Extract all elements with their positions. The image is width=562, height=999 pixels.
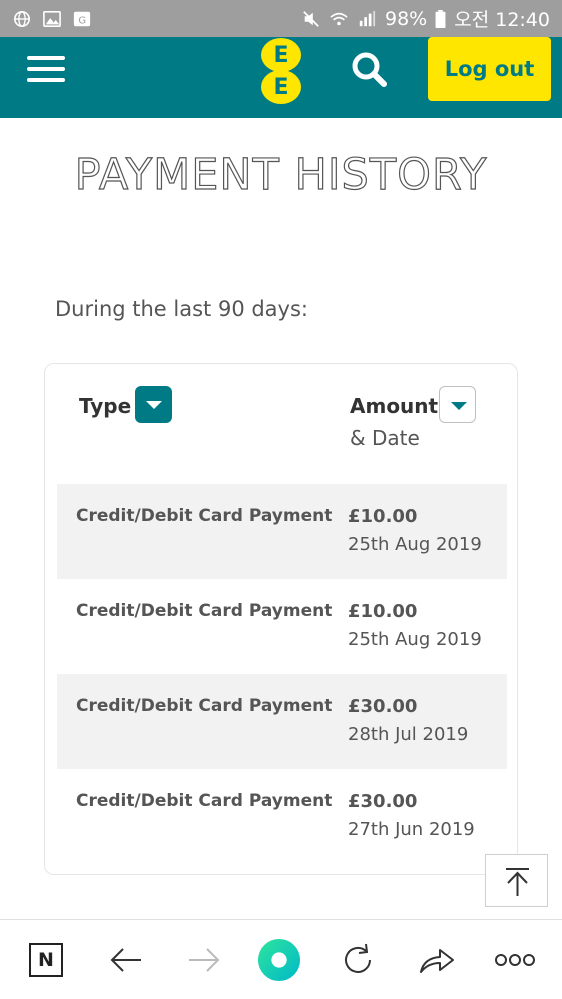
green-dot-button[interactable] xyxy=(257,938,301,982)
chevron-down-icon xyxy=(451,402,467,410)
period-subtitle: During the last 90 days: xyxy=(55,297,308,321)
more-button[interactable] xyxy=(493,938,537,982)
sort-type-button[interactable] xyxy=(135,386,172,423)
menu-icon-bar-bottom xyxy=(27,78,65,82)
mute-icon xyxy=(303,10,319,27)
status-left-icons: G xyxy=(12,10,92,28)
payment-date: 28th Jul 2019 xyxy=(348,724,469,745)
status-bar: G 98% 오전 12:40 xyxy=(0,0,562,37)
logout-button[interactable]: Log out xyxy=(428,37,551,101)
logo-dot-bottom: E xyxy=(261,70,301,104)
payment-amount: £30.00 xyxy=(348,791,418,812)
payment-type: Credit/Debit Card Payment xyxy=(76,601,333,621)
arrow-left-icon xyxy=(110,948,141,972)
table-row: Credit/Debit Card Payment £30.00 27th Ju… xyxy=(57,769,507,864)
clock: 오전 12:40 xyxy=(454,9,550,31)
table-row: Credit/Debit Card Payment £10.00 25th Au… xyxy=(57,579,507,674)
browser-toolbar: N xyxy=(0,919,562,999)
scroll-to-top-button[interactable] xyxy=(485,854,548,907)
payment-type: Credit/Debit Card Payment xyxy=(76,696,333,716)
chevron-down-icon xyxy=(146,401,162,409)
battery-percent: 98% xyxy=(385,7,428,30)
svg-text:G: G xyxy=(78,15,86,26)
table-row: Credit/Debit Card Payment £10.00 25th Au… xyxy=(57,484,507,579)
gallery-icon xyxy=(43,10,61,27)
maps-icon: G xyxy=(73,11,91,26)
share-button[interactable] xyxy=(415,938,459,982)
payment-type: Credit/Debit Card Payment xyxy=(76,791,333,811)
payment-date: 25th Aug 2019 xyxy=(348,629,482,650)
share-icon xyxy=(420,949,454,973)
signal-icon xyxy=(359,10,376,26)
refresh-button[interactable] xyxy=(336,938,380,982)
logo-dot-top: E xyxy=(261,38,301,72)
search-button[interactable] xyxy=(350,50,390,90)
ee-logo[interactable]: E E xyxy=(261,38,301,104)
payment-date: 27th Jun 2019 xyxy=(348,819,475,840)
column-header-amount: Amount xyxy=(350,394,439,418)
battery-icon xyxy=(435,9,446,28)
column-header-date: & Date xyxy=(350,426,420,450)
green-dot-icon xyxy=(257,938,301,982)
menu-button[interactable] xyxy=(27,56,67,84)
arrow-right-icon xyxy=(189,948,220,972)
globe-icon xyxy=(13,10,31,27)
n-logo-icon: N xyxy=(29,943,63,977)
status-right-icons: 98% 오전 12:40 xyxy=(301,5,550,32)
forward-button[interactable] xyxy=(182,938,226,982)
payment-amount: £30.00 xyxy=(348,696,418,717)
back-button[interactable] xyxy=(104,938,148,982)
wifi-icon xyxy=(330,12,348,25)
naver-home-button[interactable]: N xyxy=(24,938,68,982)
payment-history-card: Type Amount & Date Credit/Debit Card Pay… xyxy=(44,363,518,875)
arrow-up-to-top-icon xyxy=(506,868,529,896)
more-dots-icon xyxy=(495,954,535,966)
payment-date: 25th Aug 2019 xyxy=(348,534,482,555)
column-header-type: Type xyxy=(79,394,132,418)
refresh-icon xyxy=(345,943,371,973)
payment-amount: £10.00 xyxy=(348,506,418,527)
table-row: Credit/Debit Card Payment £30.00 28th Ju… xyxy=(57,674,507,769)
menu-icon-bar-top xyxy=(27,56,65,60)
payment-amount: £10.00 xyxy=(348,601,418,622)
page-title: PAYMENT HISTORY xyxy=(74,149,488,200)
search-icon xyxy=(352,52,387,87)
sort-amount-button[interactable] xyxy=(439,386,476,423)
menu-icon-bar-middle xyxy=(27,67,65,71)
payment-type: Credit/Debit Card Payment xyxy=(76,506,333,526)
